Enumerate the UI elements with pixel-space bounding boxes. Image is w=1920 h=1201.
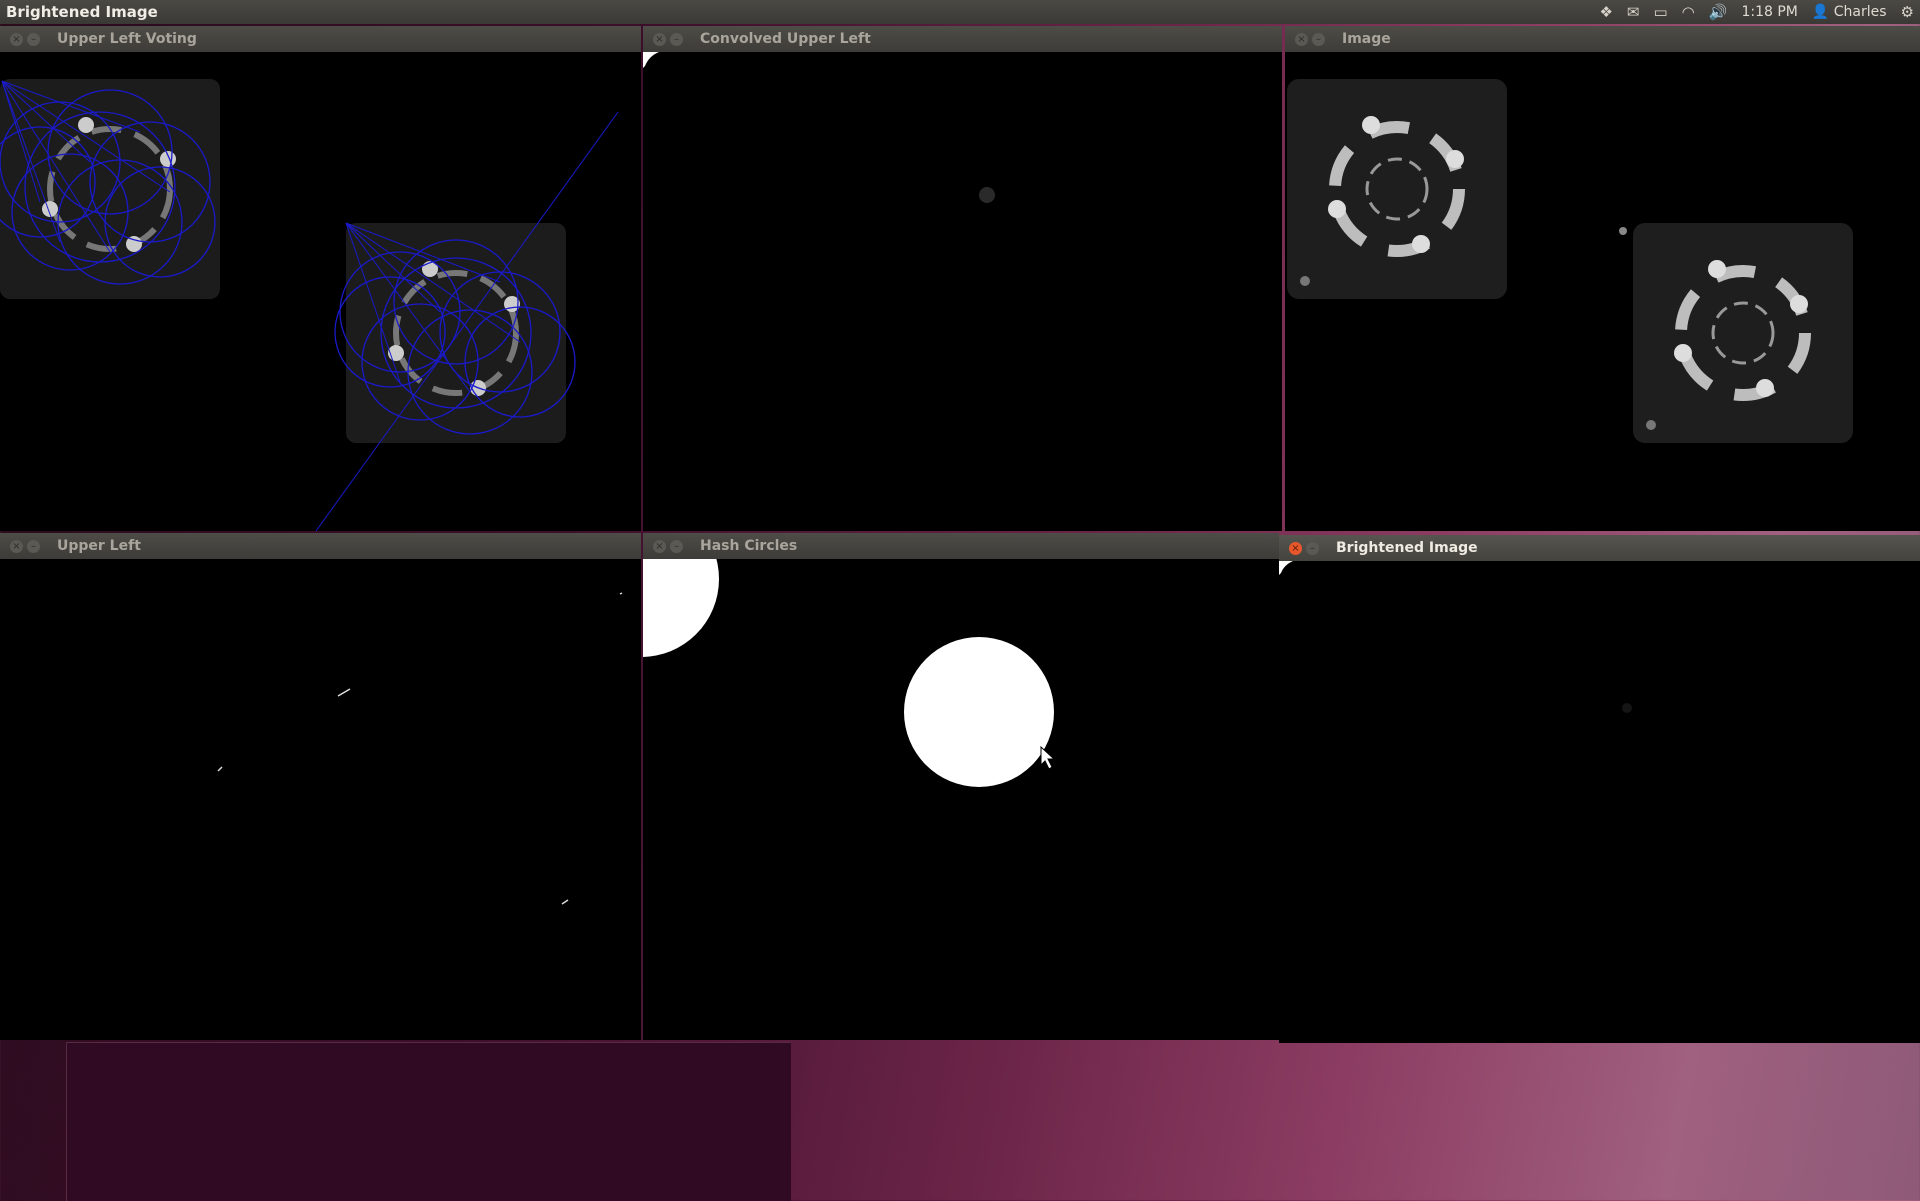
dropbox-icon[interactable]: ❖ — [1599, 3, 1612, 21]
edge-specks — [217, 592, 623, 905]
mail-icon[interactable]: ✉ — [1627, 3, 1640, 21]
image-view — [0, 52, 641, 531]
minimize-icon[interactable]: – — [27, 33, 40, 46]
gear-icon[interactable]: ⚙ — [1901, 3, 1914, 21]
desktop-dark-panel — [66, 1042, 791, 1201]
window-titlebar[interactable]: × – Upper Left — [0, 533, 641, 559]
window-titlebar[interactable]: × – Hash Circles — [643, 533, 1279, 559]
hash-circle — [643, 559, 719, 657]
wifi-icon[interactable]: ◠ — [1682, 3, 1695, 21]
close-icon[interactable]: × — [10, 33, 23, 46]
minimize-icon[interactable]: – — [1312, 33, 1325, 46]
image-view — [643, 52, 1282, 531]
window-upper-left[interactable]: × – Upper Left — [0, 533, 641, 1040]
close-icon[interactable]: × — [10, 540, 23, 553]
window-title: Image — [1342, 31, 1391, 47]
window-image[interactable]: × – Image — [1285, 26, 1920, 531]
window-hash-circles[interactable]: × – Hash Circles — [643, 533, 1279, 1040]
minimize-icon[interactable]: – — [1306, 542, 1319, 555]
corner-blob — [1279, 561, 1293, 575]
window-title: Hash Circles — [700, 538, 798, 554]
image-view — [1279, 561, 1920, 1043]
hash-circle — [904, 637, 1054, 787]
window-titlebar[interactable]: × – Brightened Image — [1279, 535, 1920, 561]
minimize-icon[interactable]: – — [27, 540, 40, 553]
faint-spot — [979, 187, 995, 203]
image-view — [643, 559, 1279, 1040]
upper-left-canvas — [217, 592, 623, 905]
clock[interactable]: 1:18 PM — [1741, 4, 1797, 20]
window-titlebar[interactable]: × – Image — [1285, 26, 1920, 52]
user-menu[interactable]: 👤 Charles — [1812, 4, 1887, 20]
corner-blob — [643, 52, 659, 68]
close-icon[interactable]: × — [653, 33, 666, 46]
window-upper-left-voting[interactable]: × – Upper Left Voting — [0, 26, 641, 531]
system-tray: ❖ ✉ ▭ ◠ 🔊 1:18 PM 👤 Charles ⚙ — [1599, 0, 1914, 24]
minimize-icon[interactable]: – — [670, 33, 683, 46]
close-icon[interactable]: × — [1289, 542, 1302, 555]
image-view — [1285, 52, 1920, 531]
active-app-title: Brightened Image — [6, 3, 158, 21]
window-titlebar[interactable]: × – Convolved Upper Left — [643, 26, 1282, 52]
close-icon[interactable]: × — [1295, 33, 1308, 46]
close-icon[interactable]: × — [653, 540, 666, 553]
window-titlebar[interactable]: × – Upper Left Voting — [0, 26, 641, 52]
window-title: Convolved Upper Left — [700, 31, 871, 47]
plate-image — [0, 79, 220, 299]
user-name: Charles — [1833, 4, 1887, 20]
source-image-canvas — [1287, 79, 1853, 443]
brightened-canvas — [1279, 561, 1632, 713]
volume-icon[interactable]: 🔊 — [1709, 3, 1728, 21]
window-title: Brightened Image — [1336, 540, 1478, 556]
user-icon: 👤 — [1811, 4, 1830, 20]
window-convolved-upper-left[interactable]: × – Convolved Upper Left — [643, 26, 1282, 531]
hash-circles-canvas — [643, 559, 1056, 787]
voting-canvas — [0, 79, 619, 531]
stray-dot — [1619, 227, 1627, 235]
convolved-canvas — [643, 52, 995, 203]
plate-image — [1633, 223, 1853, 443]
image-view — [0, 559, 641, 1040]
minimize-icon[interactable]: – — [670, 540, 683, 553]
mouse-cursor-icon — [1040, 745, 1056, 770]
top-panel: Brightened Image ❖ ✉ ▭ ◠ 🔊 1:18 PM 👤 Cha… — [0, 0, 1920, 24]
plate-image — [1287, 79, 1507, 299]
window-title: Upper Left Voting — [57, 31, 197, 47]
faint-spot — [1622, 703, 1632, 713]
window-brightened-image[interactable]: × – Brightened Image — [1279, 535, 1920, 1043]
window-title: Upper Left — [57, 538, 141, 554]
battery-icon[interactable]: ▭ — [1653, 3, 1667, 21]
